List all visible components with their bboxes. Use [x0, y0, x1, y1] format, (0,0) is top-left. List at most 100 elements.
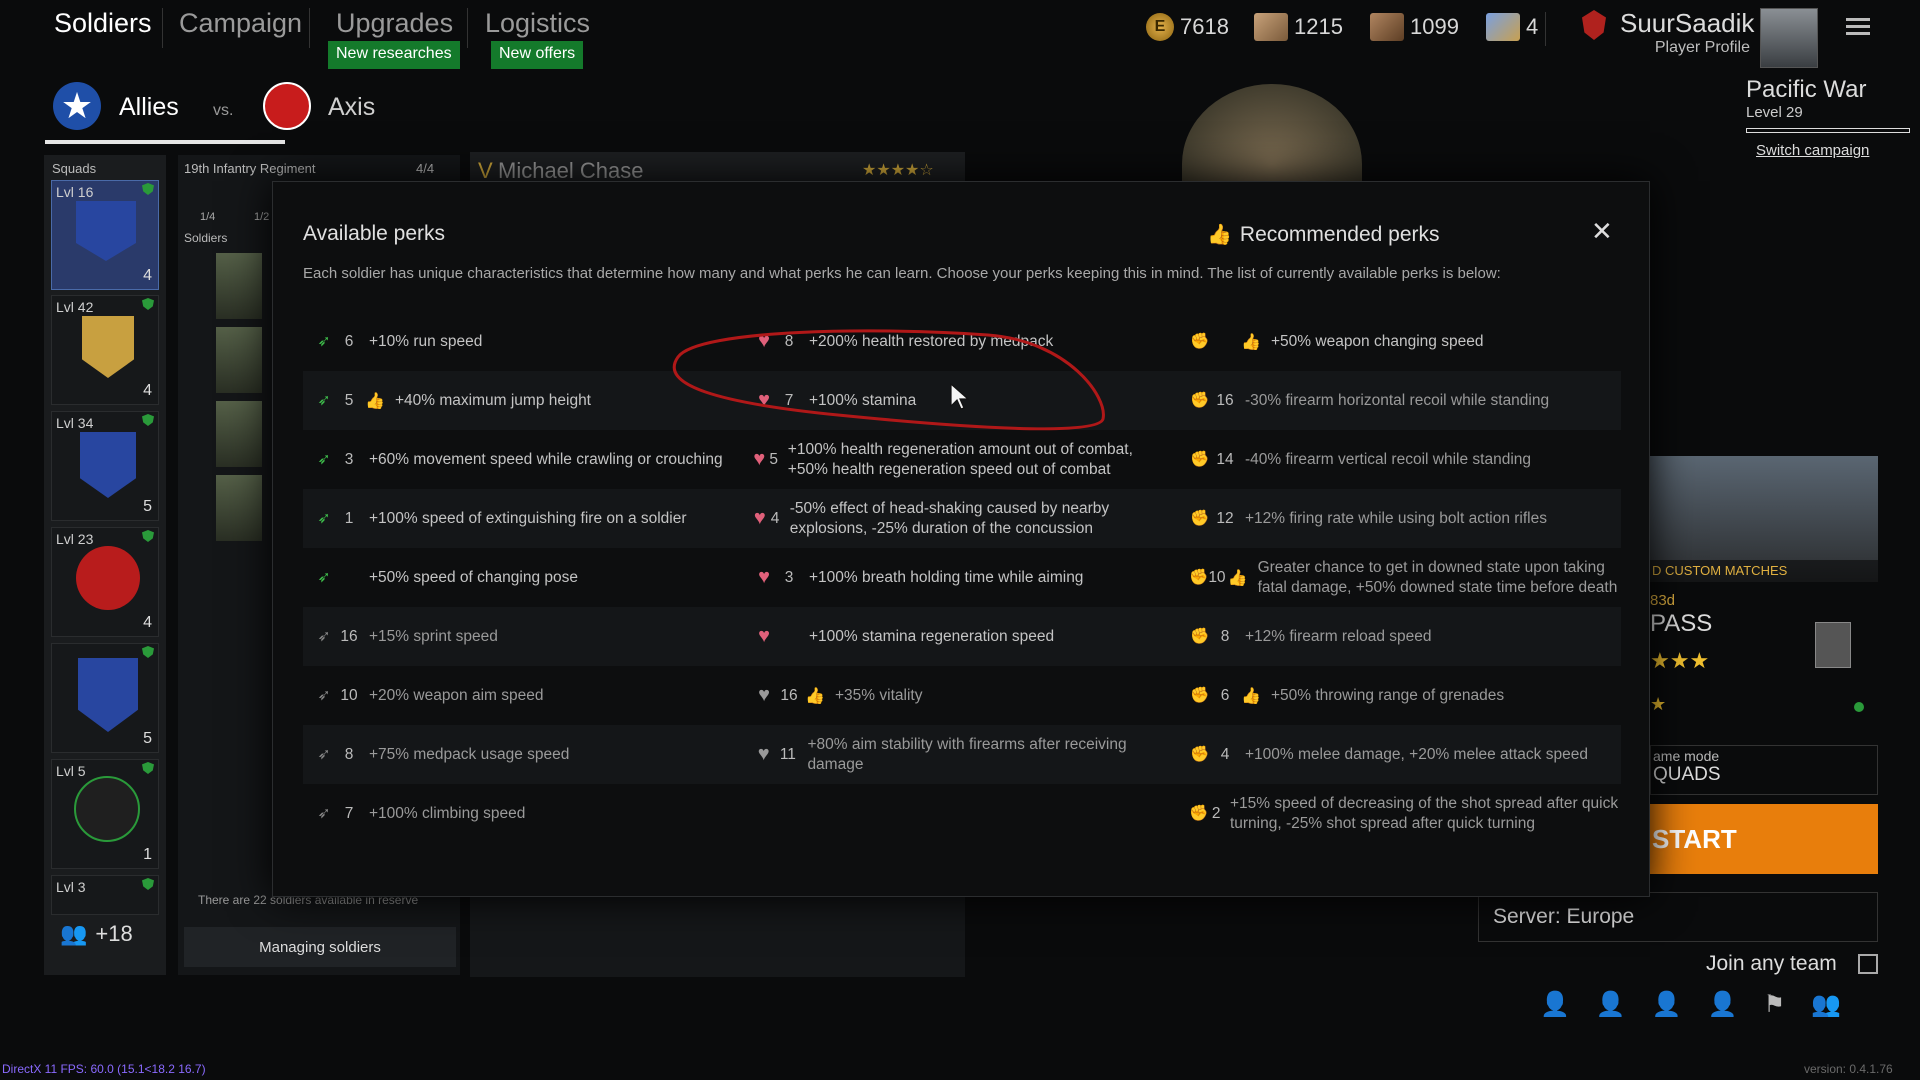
allies-label[interactable]: Allies: [119, 93, 179, 122]
modal-title: Available perks: [303, 222, 446, 245]
silver-tickets-counter[interactable]: 1215: [1254, 12, 1343, 42]
gold-coin-icon: E: [1146, 13, 1174, 41]
avatar[interactable]: [1760, 8, 1818, 68]
perk-item[interactable]: ✊ 8 +12% firearm reload speed: [1179, 607, 1619, 666]
perk-item[interactable]: ♥ +100% stamina regeneration speed: [743, 607, 1175, 666]
player-profile[interactable]: SuurSaadik Player Profile: [1620, 8, 1754, 57]
perk-cost: 4: [770, 509, 780, 527]
nav-divider: [467, 8, 468, 48]
menu-icon[interactable]: [1846, 16, 1870, 36]
agility-perk-icon: ➶: [317, 509, 331, 527]
perk-item[interactable]: ✊ 👍 +50% weapon changing speed: [1179, 312, 1619, 371]
add-friend-icon[interactable]: 👤: [1596, 990, 1626, 1030]
reserve-squads-button[interactable]: 👥 +18: [60, 921, 133, 947]
recommended-thumbs-up-icon: 👍: [1241, 687, 1261, 705]
squad-level: Lvl 23: [56, 531, 94, 547]
squad-card[interactable]: Lvl 5 1: [51, 759, 159, 869]
nav-divider: [309, 8, 310, 48]
shield-icon: [142, 646, 154, 658]
tab-soldiers[interactable]: Soldiers: [54, 8, 152, 39]
tab-campaign[interactable]: Campaign: [179, 8, 302, 39]
soldier-portrait[interactable]: [216, 253, 262, 319]
nav-divider: [162, 8, 163, 48]
perk-row: ➶ 7 +100% climbing speed ✊ 2 +15% speed of de…: [303, 784, 1621, 843]
perk-item[interactable]: ♥ 11 +80% aim stability with firearms afte…: [743, 725, 1175, 784]
bronze-ticket-icon: [1370, 13, 1404, 41]
campaign-level: Level 29: [1746, 104, 1803, 121]
server-select[interactable]: Server: Europe: [1478, 892, 1878, 942]
tab-logistics[interactable]: Logistics: [485, 8, 590, 39]
add-friend-icon[interactable]: 👤: [1540, 990, 1570, 1030]
soldier-portrait[interactable]: [216, 475, 262, 541]
bronze-tickets-counter[interactable]: 1099: [1370, 12, 1459, 42]
perk-item[interactable]: ✊ 2 +15% speed of decreasing of the shot s…: [1179, 784, 1619, 843]
soldier-portrait[interactable]: [216, 327, 262, 393]
custom-matches-banner[interactable]: D CUSTOM MATCHES: [1650, 456, 1878, 582]
switch-campaign-link[interactable]: Switch campaign: [1756, 142, 1869, 159]
gold-counter[interactable]: E 7618: [1146, 12, 1229, 42]
squad-count: 5: [143, 498, 152, 515]
squad-card[interactable]: Lvl 3: [51, 875, 159, 915]
add-friend-icon[interactable]: 👤: [1652, 990, 1682, 1030]
perk-item[interactable]: ➶ 7 +100% climbing speed: [303, 784, 739, 843]
perk-item[interactable]: ➶ 10 +20% weapon aim speed: [303, 666, 739, 725]
allies-star-icon[interactable]: ★: [53, 82, 101, 130]
perk-item[interactable]: ♥ 3 +100% breath holding time while aiming: [743, 548, 1175, 607]
users-icon: 👥: [60, 921, 88, 946]
squad-card[interactable]: Lvl 34 5: [51, 411, 159, 521]
squad-card[interactable]: Lvl 42 4: [51, 295, 159, 405]
managing-soldiers-button[interactable]: Managing soldiers: [184, 927, 456, 967]
perk-item[interactable]: ✊ 6 👍 +50% throwing range of grenades: [1179, 666, 1619, 725]
perk-text: +100% melee damage, +20% melee attack sp…: [1245, 745, 1588, 763]
perk-item[interactable]: ✊ 10 👍 Greater chance to get in downed stat…: [1179, 548, 1619, 607]
flag-icon[interactable]: ⚑: [1764, 990, 1786, 1030]
gold-value: 7618: [1180, 14, 1229, 39]
perk-item[interactable]: ✊ 16 -30% firearm horizontal recoil while …: [1179, 371, 1619, 430]
perk-item[interactable]: ✊ 4 +100% melee damage, +20% melee attack …: [1179, 725, 1619, 784]
shield-icon: [142, 298, 154, 310]
tab-upgrades[interactable]: Upgrades: [336, 8, 453, 39]
squad-emblem-icon: [74, 776, 140, 842]
game-mode-value: QUADS: [1653, 764, 1721, 785]
squad-card[interactable]: 5: [51, 643, 159, 753]
squad-level: Lvl 16: [56, 184, 94, 200]
perk-item[interactable]: ✊ 14 -40% firearm vertical recoil while st…: [1179, 430, 1619, 489]
squad-level: Lvl 34: [56, 415, 94, 431]
perk-item[interactable]: ✊ 12 +12% firing rate while using bolt act…: [1179, 489, 1619, 548]
start-button[interactable]: START: [1650, 804, 1878, 874]
perk-item[interactable]: ♥ 16 👍 +35% vitality: [743, 666, 1175, 725]
premium-cards-counter[interactable]: 4: [1486, 12, 1538, 42]
fps-counter: DirectX 11 FPS: 60.0 (15.1<18.2 16.7): [2, 1062, 206, 1076]
perk-text: +75% medpack usage speed: [369, 745, 570, 763]
perk-item[interactable]: ➶ 8 +75% medpack usage speed: [303, 725, 739, 784]
group-icon[interactable]: 👥: [1811, 990, 1841, 1030]
perk-item[interactable]: ➶ 16 +15% sprint speed: [303, 607, 739, 666]
squads-title: Squads: [52, 161, 97, 176]
game-mode-select[interactable]: ame mode QUADS: [1650, 745, 1878, 795]
perk-text: +100% stamina regeneration speed: [809, 627, 1055, 645]
axis-label[interactable]: Axis: [328, 93, 375, 122]
agility-perk-icon: ➶: [317, 568, 331, 586]
recommended-perks-label: Recommended perks: [1239, 222, 1440, 246]
add-friend-icon[interactable]: 👤: [1708, 990, 1738, 1030]
axis-circle-icon[interactable]: [263, 82, 311, 130]
mouse-cursor-icon: [950, 382, 970, 410]
soldier-portrait[interactable]: [216, 401, 262, 467]
premium-card-icon: [1486, 13, 1520, 41]
perk-item[interactable]: ♥ 4 -50% effect of head-shaking caused by …: [743, 489, 1175, 548]
perk-text: +20% weapon aim speed: [369, 686, 544, 704]
perk-item[interactable]: ➶ +50% speed of changing pose: [303, 548, 739, 607]
squad-card[interactable]: Lvl 23 4: [51, 527, 159, 637]
squad-card[interactable]: Lvl 16 4: [51, 180, 159, 290]
soldier-stars: ★★★★☆: [862, 162, 934, 179]
strength-perk-icon: ✊: [1189, 804, 1209, 822]
close-icon[interactable]: ✕: [1591, 216, 1613, 247]
pass-avatar[interactable]: [1815, 622, 1851, 668]
campaign-name: Pacific War: [1746, 76, 1867, 103]
squad-emblem-icon: [76, 546, 140, 610]
perk-text: +50% speed of changing pose: [369, 568, 578, 586]
agility-perk-icon: ➶: [317, 391, 331, 409]
join-any-team-checkbox[interactable]: [1858, 954, 1878, 974]
squad-level: Lvl 42: [56, 299, 94, 315]
perk-item[interactable]: ➶ 1 +100% speed of extinguishing fire on a…: [303, 489, 739, 548]
